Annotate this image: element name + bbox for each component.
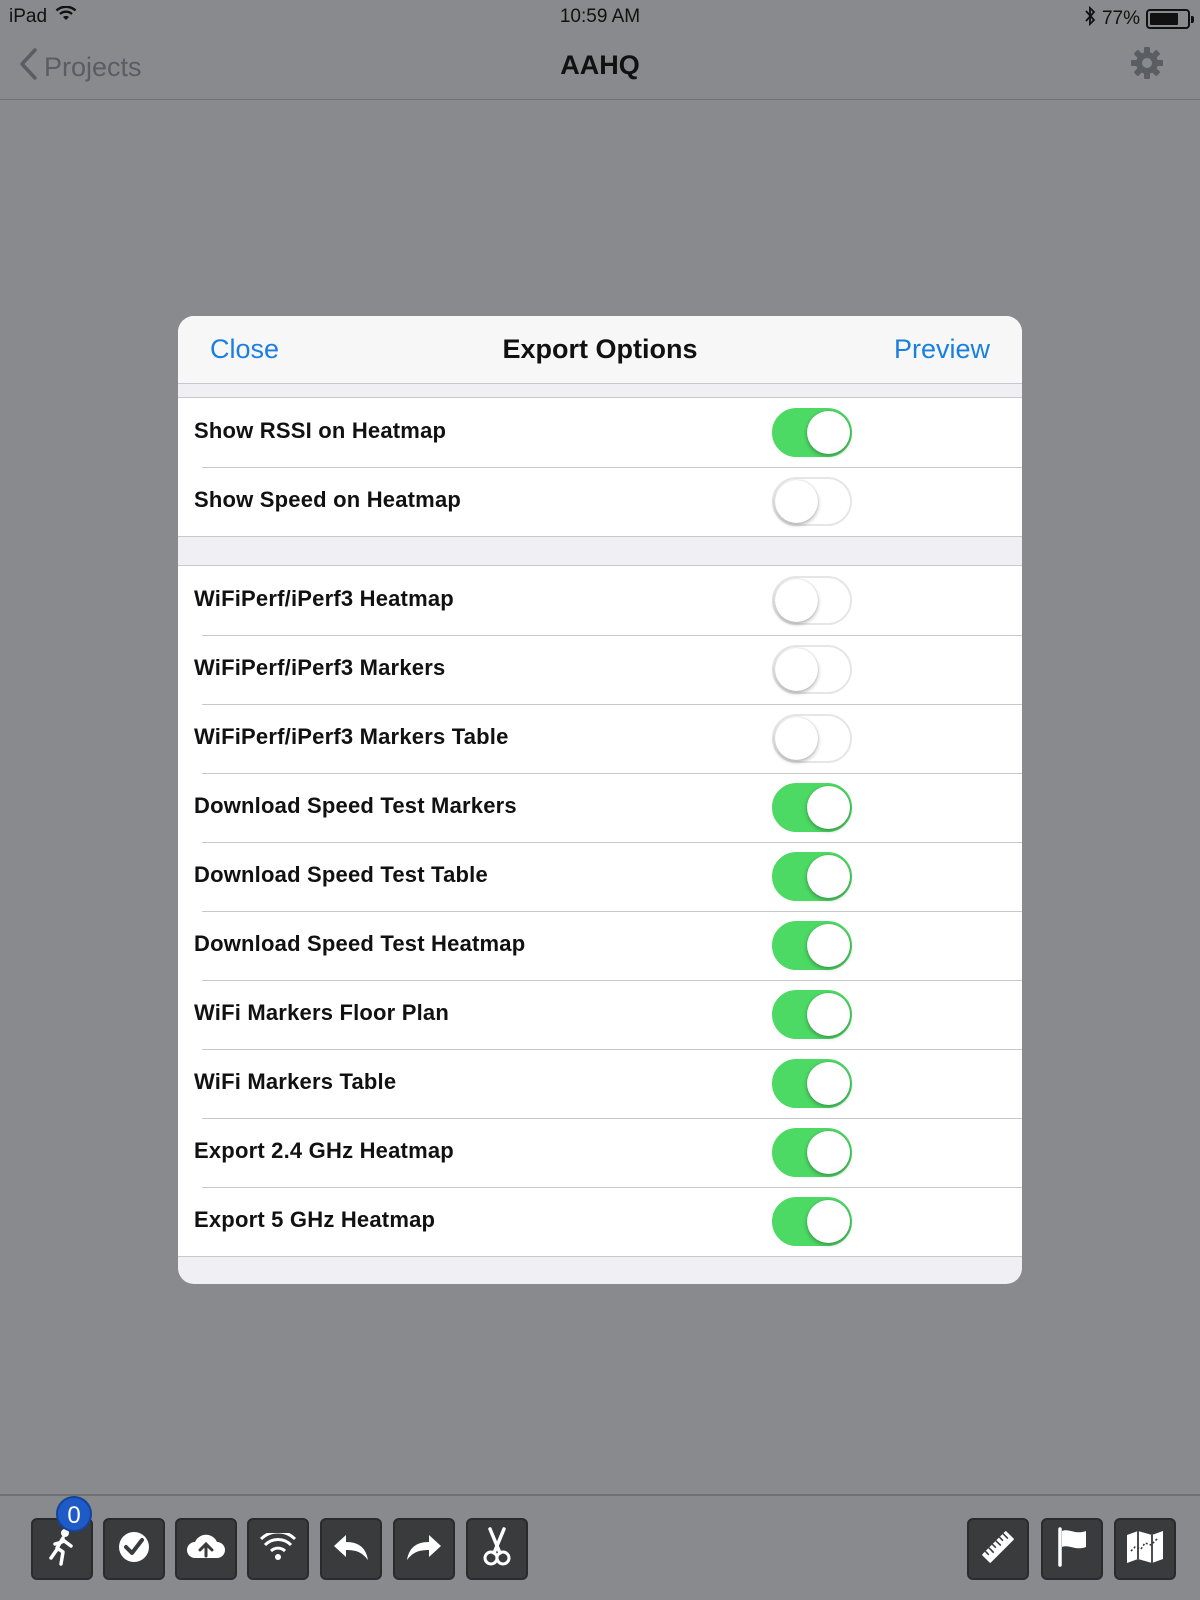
ruler-button[interactable] [967,1518,1029,1580]
option-label: Download Speed Test Table [194,862,488,887]
option-label: WiFi Markers Table [194,1069,397,1094]
option-row: Export 2.4 GHz Heatmap [178,1118,1022,1187]
bottom-toolbar: 0 [0,1494,1200,1600]
check-button[interactable] [103,1518,165,1580]
flag-button[interactable] [1041,1518,1103,1580]
option-toggle[interactable] [772,1128,852,1177]
option-toggle[interactable] [772,990,852,1039]
option-row: Download Speed Test Markers [178,773,1022,842]
toggle-knob [775,579,818,622]
option-toggle[interactable] [772,477,852,526]
option-label: WiFiPerf/iPerf3 Markers [194,655,446,680]
nav-bar: Projects AAHQ [0,34,1200,100]
toggle-knob [775,717,818,760]
flag-icon [1055,1526,1089,1572]
cloud-upload-button[interactable] [175,1518,237,1580]
option-label: Download Speed Test Heatmap [194,931,526,956]
toggle-knob [807,1200,850,1243]
option-toggle[interactable] [772,1197,852,1246]
battery-icon [1146,9,1194,29]
ruler-icon [979,1528,1017,1571]
status-right: 77% [1084,5,1194,32]
wifi-icon [259,1529,297,1566]
gear-icon[interactable] [1130,46,1164,85]
option-label: Export 2.4 GHz Heatmap [194,1138,454,1163]
preview-button[interactable]: Preview [894,334,990,365]
option-row: Download Speed Test Table [178,842,1022,911]
toggle-knob [775,648,818,691]
option-toggle[interactable] [772,852,852,901]
option-label: Show Speed on Heatmap [194,487,462,512]
redo-icon [405,1533,443,1566]
toggle-knob [807,1062,850,1105]
option-toggle[interactable] [772,1059,852,1108]
option-row: WiFiPerf/iPerf3 Heatmap [178,566,1022,635]
option-label: WiFiPerf/iPerf3 Heatmap [194,586,454,611]
option-toggle[interactable] [772,645,852,694]
status-bar: iPad 10:59 AM 77% [0,0,1200,34]
scissors-icon [482,1526,512,1572]
map-button[interactable] [1114,1518,1176,1580]
map-icon [1125,1529,1165,1570]
options-group-heatmap: Show RSSI on Heatmap Show Speed on Heatma… [178,397,1022,537]
checkmark-icon [117,1530,151,1569]
toggle-knob [775,480,818,523]
option-toggle[interactable] [772,783,852,832]
option-label: Show RSSI on Heatmap [194,418,447,443]
battery-percent: 77% [1101,8,1140,29]
option-toggle[interactable] [772,714,852,763]
option-label: Download Speed Test Markers [194,793,517,818]
option-label: Export 5 GHz Heatmap [194,1207,436,1232]
undo-icon [332,1533,370,1566]
toggle-knob [807,1131,850,1174]
toggle-knob [807,855,850,898]
option-toggle[interactable] [772,408,852,457]
option-row: Show Speed on Heatmap [178,467,1022,536]
count-badge: 0 [56,1496,92,1532]
bluetooth-icon [1084,5,1096,32]
export-options-dialog: Close Export Options Preview Show RSSI o… [178,316,1022,1284]
option-label: WiFi Markers Floor Plan [194,1000,450,1025]
options-group-exports: WiFiPerf/iPerf3 Heatmap WiFiPerf/iPerf3 M… [178,565,1022,1257]
toggle-knob [807,786,850,829]
redo-button[interactable] [393,1518,455,1580]
option-row: Export 5 GHz Heatmap [178,1187,1022,1256]
option-toggle[interactable] [772,576,852,625]
option-label: WiFiPerf/iPerf3 Markers Table [194,724,509,749]
toggle-knob [807,924,850,967]
option-row: WiFi Markers Table [178,1049,1022,1118]
wifi-scan-button[interactable] [247,1518,309,1580]
toggle-knob [807,993,850,1036]
status-time: 10:59 AM [559,6,641,27]
undo-button[interactable] [320,1518,382,1580]
cloud-upload-icon [185,1532,227,1567]
battery-fill [1150,13,1178,25]
dialog-header: Close Export Options Preview [178,316,1022,384]
scissors-button[interactable] [466,1518,528,1580]
option-row: Download Speed Test Heatmap [178,911,1022,980]
option-row: WiFi Markers Floor Plan [178,980,1022,1049]
page-title: AAHQ [560,50,640,80]
option-row: WiFiPerf/iPerf3 Markers [178,635,1022,704]
option-toggle[interactable] [772,921,852,970]
option-row: Show RSSI on Heatmap [178,398,1022,467]
option-row: WiFiPerf/iPerf3 Markers Table [178,704,1022,773]
walk-icon [45,1528,79,1571]
toggle-knob [807,411,850,454]
